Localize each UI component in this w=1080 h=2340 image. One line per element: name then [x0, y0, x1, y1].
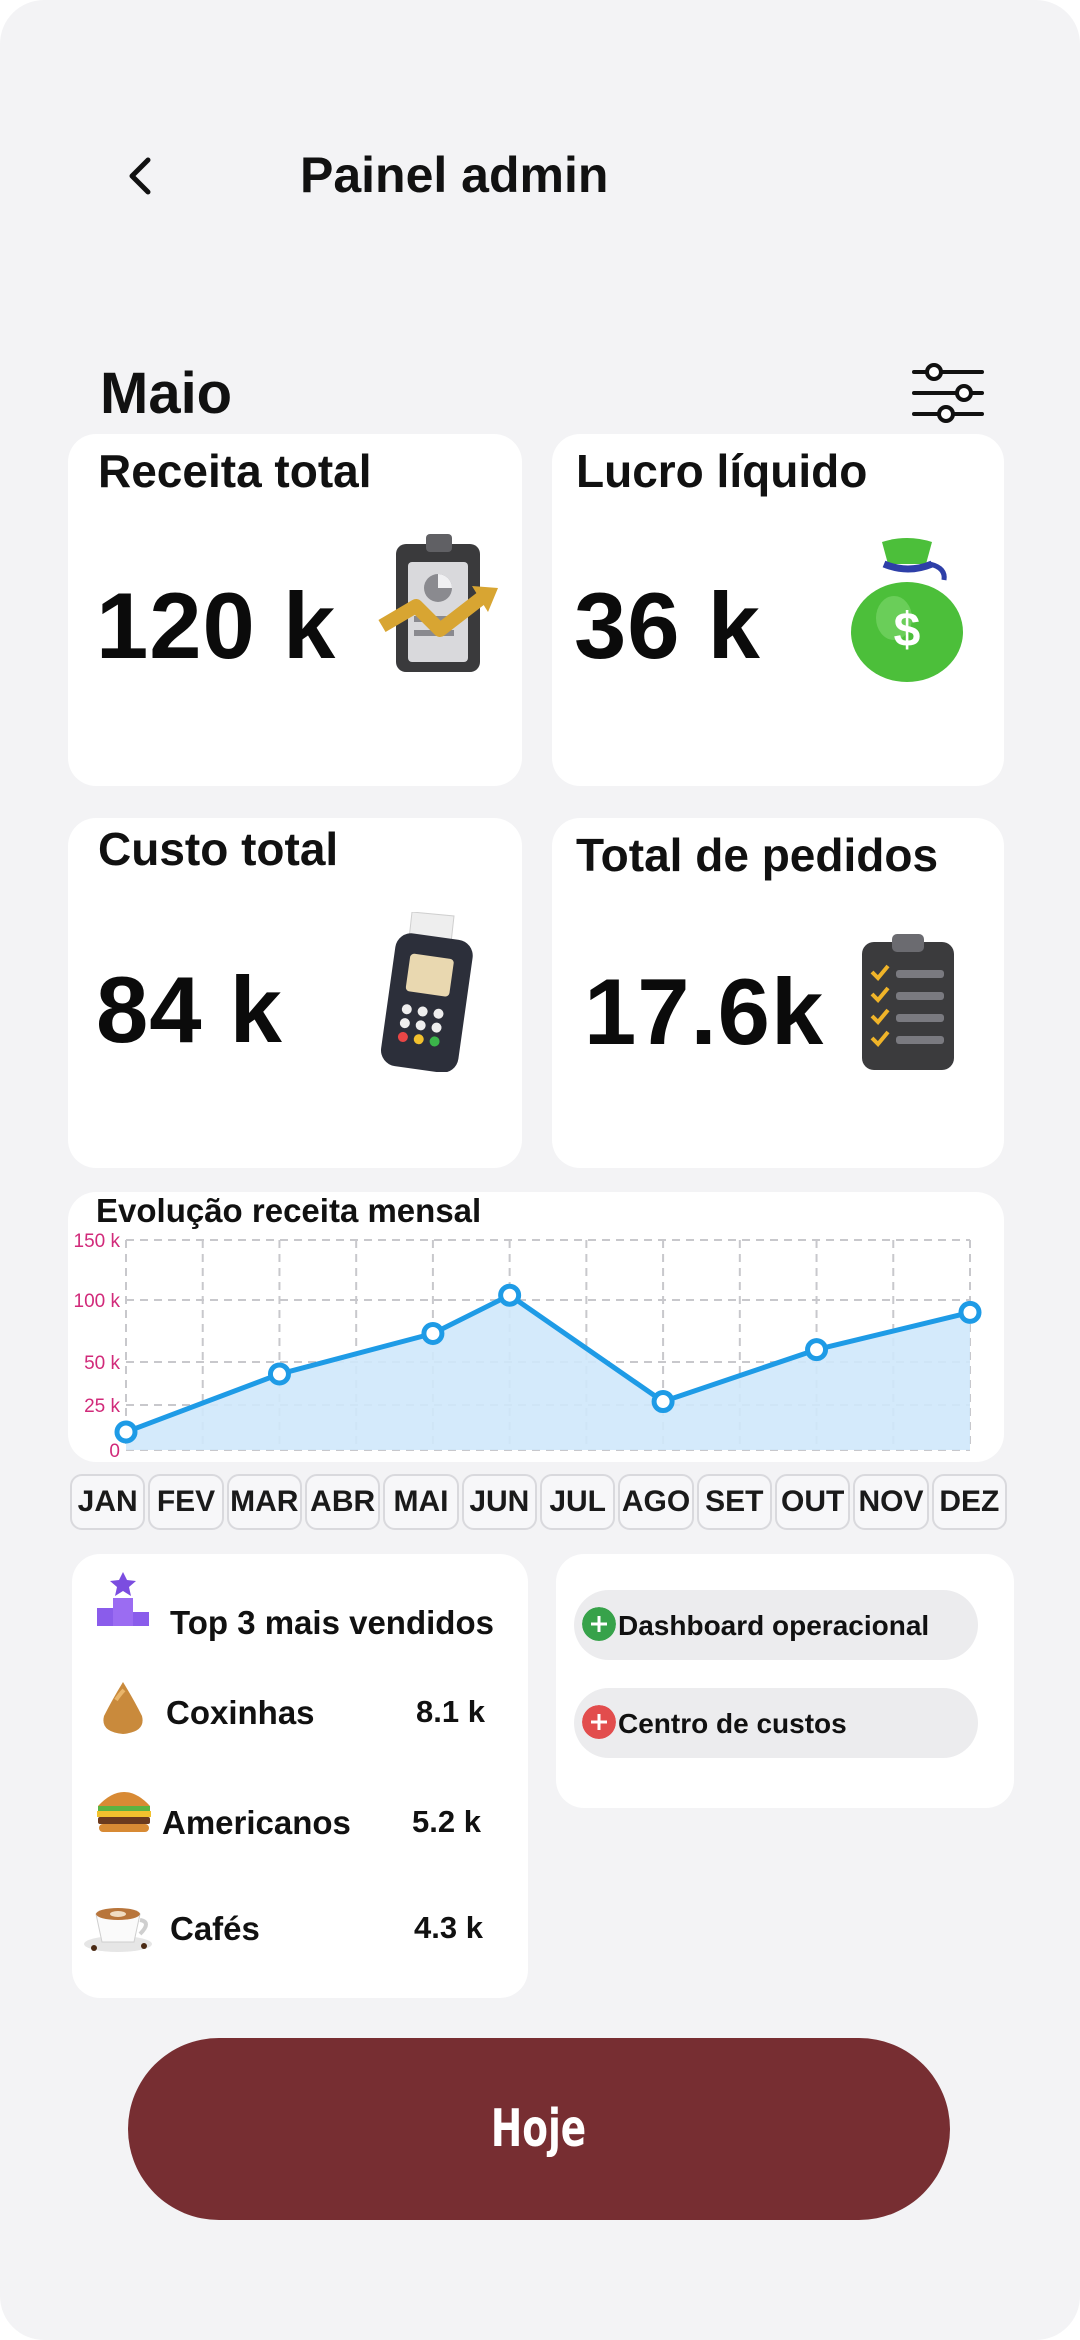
revenue-chart: 0 25 k 50 k 100 k 150 k	[74, 1231, 982, 1462]
item-value: 5.2 k	[412, 1804, 481, 1839]
month-button-nov[interactable]: NOV	[853, 1474, 929, 1530]
profit-card[interactable]: Lucro líquido 36 k $	[552, 434, 1004, 786]
item-name: Coxinhas	[166, 1694, 315, 1731]
list-item[interactable]: Coxinhas 8.1 k	[72, 1680, 528, 1760]
month-button-ago[interactable]: AGO	[618, 1474, 694, 1530]
month-button-jun[interactable]: JUN	[461, 1474, 537, 1530]
top-sellers-title: Top 3 mais vendidos	[170, 1604, 494, 1641]
today-button-label: Hoje	[491, 2099, 587, 2159]
shortcuts-card: Dashboard operacional Centro de custos	[556, 1554, 1014, 1808]
month-button-fev[interactable]: FEV	[148, 1474, 224, 1530]
data-point	[958, 1300, 982, 1324]
month-button-mar[interactable]: MAR	[226, 1474, 302, 1530]
revenue-chart-card: 0 25 k 50 k 100 k 150 k Evolução receita men…	[68, 1192, 1004, 1462]
today-button[interactable]: Hoje	[128, 2038, 950, 2220]
y-tick-label: 50 k	[84, 1353, 120, 1374]
coxinha-icon	[103, 1682, 143, 1734]
filter-button[interactable]	[908, 360, 988, 426]
data-point	[805, 1338, 829, 1362]
revenue-report-icon	[378, 534, 498, 672]
y-tick-label: 150 k	[74, 1231, 121, 1252]
y-tick-label: 25 k	[84, 1396, 120, 1417]
profit-label: Lucro líquido	[576, 445, 868, 497]
item-name: Cafés	[170, 1910, 260, 1947]
area-fill	[126, 1295, 970, 1450]
month-button-set[interactable]: SET	[696, 1474, 772, 1530]
data-point	[498, 1283, 522, 1307]
item-name: Americanos	[162, 1804, 351, 1841]
cost-card[interactable]: Custo total 84 k	[68, 818, 522, 1168]
top-sellers-card: Top 3 mais vendidos Coxinhas 8.1 k Ameri…	[72, 1554, 528, 1998]
link-label: Dashboard operacional	[618, 1610, 930, 1641]
burger-icon	[97, 1792, 151, 1832]
page-title: Painel admin	[300, 147, 609, 203]
svg-text:$: $	[894, 604, 921, 657]
month-button-dez[interactable]: DEZ	[931, 1474, 1007, 1530]
orders-value: 17.6k	[584, 959, 825, 1064]
month-button-out[interactable]: OUT	[775, 1474, 851, 1530]
data-point	[114, 1420, 138, 1444]
month-selector: JAN FEV MAR ABR MAI JUN JUL AGO SET OUT NOV DEZ	[70, 1474, 1010, 1532]
podium-icon	[97, 1572, 149, 1626]
chart-title: Evolução receita mensal	[96, 1192, 482, 1229]
revenue-card[interactable]: Receita total 120 k	[68, 434, 522, 786]
list-item[interactable]: Americanos 5.2 k	[72, 1784, 528, 1864]
month-button-mai[interactable]: MAI	[383, 1474, 459, 1530]
sliders-icon	[912, 363, 984, 423]
app-screen: Painel admin Maio Receita total 120 k Lu…	[0, 0, 1080, 2340]
item-value: 4.3 k	[414, 1910, 483, 1945]
orders-label: Total de pedidos	[576, 829, 939, 881]
y-tick-label: 100 k	[74, 1291, 121, 1312]
back-button[interactable]	[112, 146, 172, 206]
month-button-jan[interactable]: JAN	[70, 1474, 146, 1530]
month-button-abr[interactable]: ABR	[305, 1474, 381, 1530]
y-tick-label: 0	[109, 1441, 120, 1462]
list-item[interactable]: Cafés 4.3 k	[72, 1894, 528, 1974]
coffee-icon	[84, 1908, 152, 1952]
plus-circle-icon	[582, 1705, 616, 1739]
centro-de-custos-button[interactable]: Centro de custos	[574, 1688, 978, 1758]
month-label: Maio	[100, 361, 233, 426]
item-value: 8.1 k	[416, 1694, 485, 1729]
month-button-jul[interactable]: JUL	[540, 1474, 616, 1530]
dashboard-operacional-button[interactable]: Dashboard operacional	[574, 1590, 978, 1660]
card-machine-icon	[380, 912, 473, 1072]
chevron-left-icon	[129, 157, 151, 195]
revenue-value: 120 k	[96, 573, 337, 678]
cost-label: Custo total	[98, 823, 339, 875]
data-point	[421, 1321, 445, 1345]
data-point	[651, 1390, 675, 1414]
money-bag-icon: $	[851, 538, 963, 682]
data-point	[267, 1362, 291, 1386]
link-label: Centro de custos	[618, 1708, 847, 1739]
profit-value: 36 k	[574, 573, 761, 678]
plus-circle-icon	[582, 1607, 616, 1641]
orders-card[interactable]: Total de pedidos 17.6k	[552, 818, 1004, 1168]
checklist-clipboard-icon	[862, 934, 954, 1070]
cost-value: 84 k	[96, 957, 283, 1062]
revenue-label: Receita total	[98, 445, 372, 497]
